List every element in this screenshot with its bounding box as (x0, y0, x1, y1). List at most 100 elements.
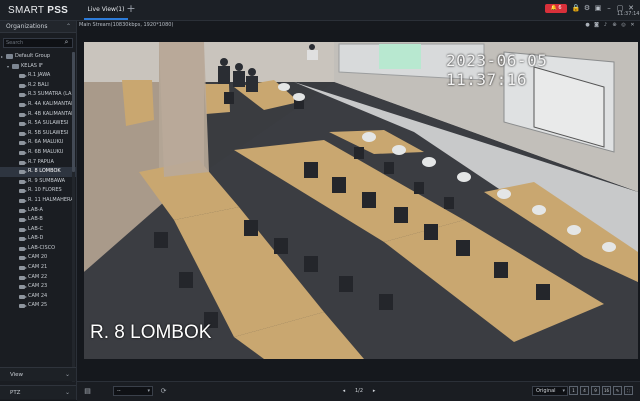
app-logo: SMART PSS (8, 5, 69, 16)
tree-device-item[interactable]: LAB-A (0, 206, 76, 216)
tree-device-item[interactable]: R. 8 LOMBOK (0, 167, 76, 177)
stream-select[interactable]: -- ▾ (113, 386, 153, 396)
tree-device-item[interactable]: R. 4B KALIMANTAN (0, 110, 76, 120)
window-icon[interactable]: ▣ (593, 3, 603, 13)
tree-kelas-if[interactable]: ▾ KELAS IF (0, 62, 76, 72)
ptz-label: PTZ (10, 390, 21, 396)
sidebar: Organizations ⌃ ⌕ ▸ Default Group ▾ KELA… (0, 21, 77, 400)
tree-label: CAM 21 (28, 264, 48, 271)
tree-device-item[interactable]: R. 10 FLORES (0, 186, 76, 196)
minimize-icon[interactable]: – (604, 3, 614, 13)
tree-device-item[interactable]: R. 11 HALMAHERA (0, 196, 76, 206)
camera-icon (19, 122, 27, 127)
tree-device-item[interactable]: R. 5B SULAWESI (0, 129, 76, 139)
sidebar-scrollbar[interactable] (72, 52, 75, 382)
tree-device-item[interactable]: R. 5A SULAWESI (0, 119, 76, 129)
bottom-toolbar: ▤ -- ▾ ⟳ ◂ 1/2 ▸ Original ▾ 1 4 9 16 ✎ ⛶ (77, 381, 640, 401)
ptz-panel-header[interactable]: PTZ ⌄ (0, 385, 76, 399)
tree-label: Default Group (15, 53, 51, 59)
scale-select[interactable]: Original ▾ (532, 386, 568, 396)
tree-device-item[interactable]: CAM 21 (0, 263, 76, 273)
add-tab-icon[interactable]: + (125, 3, 137, 15)
tree-label: CAM 24 (28, 292, 48, 299)
tab-live-view[interactable]: Live View(1) (84, 0, 128, 20)
close-icon[interactable]: ✕ (629, 21, 636, 30)
camera-icon (19, 83, 27, 88)
camera-icon (19, 237, 27, 242)
search-icon[interactable]: ⌕ (62, 38, 71, 47)
tree-label: R. 5B SULAWESI (28, 129, 69, 136)
fullscreen-icon[interactable]: ⛶ (624, 386, 633, 395)
prev-page-button[interactable]: ◂ (339, 387, 348, 396)
tree-label: R. 9 SUMBAWA (28, 177, 66, 184)
tree-device-item[interactable]: R.3 SUMATRA (LA (0, 90, 76, 100)
camera-icon (19, 150, 27, 155)
lock-icon[interactable]: 🔒 (571, 3, 581, 13)
tree-label: CAM 20 (28, 254, 48, 261)
search-box: ⌕ (3, 38, 73, 48)
edit-layout-icon[interactable]: ✎ (613, 386, 622, 395)
camera-icon (19, 112, 27, 117)
chevron-up-icon: ⌃ (65, 23, 71, 30)
organizations-label: Organizations (6, 23, 48, 30)
refresh-icon[interactable]: ⟳ (159, 387, 168, 396)
alarm-count: 6 (558, 5, 562, 11)
camera-icon (19, 102, 27, 107)
tree-device-item[interactable]: R. 9 SUMBAWA (0, 177, 76, 187)
camera-icon (19, 131, 27, 136)
camera-icon (19, 266, 27, 271)
layout-4-button[interactable]: 4 (580, 386, 589, 395)
tree-device-item[interactable]: CAM 20 (0, 253, 76, 263)
title-bar: SMART PSS Live View(1) + 🔔 6 🔒 ⚙ ▣ – ▢ ✕… (0, 0, 640, 21)
tree-label: R.3 SUMATRA (LA (28, 91, 72, 98)
scale-select-value: Original (536, 388, 556, 394)
camera-icon (19, 208, 27, 213)
camera-icon (19, 74, 27, 79)
tree-device-item[interactable]: R. 6A MALUKU (0, 138, 76, 148)
tree-device-item[interactable]: R.2 BALI (0, 81, 76, 91)
gear-icon[interactable]: ⚙ (582, 3, 592, 13)
tree-device-item[interactable]: CAM 22 (0, 273, 76, 283)
tree-label: R. 8 LOMBOK (28, 168, 61, 175)
tree-device-item[interactable]: LAB-B (0, 215, 76, 225)
tree-device-item[interactable]: R. 6B MALUKU (0, 148, 76, 158)
tree-label: LAB-CISCO (28, 244, 56, 251)
video-timestamp: 2023-06-05 11:37:16 (446, 51, 548, 89)
tree-device-item[interactable]: CAM 23 (0, 282, 76, 292)
layout-9-button[interactable]: 9 (591, 386, 600, 395)
chevron-down-icon: ▾ (562, 388, 565, 394)
next-page-button[interactable]: ▸ (370, 387, 379, 396)
tree-device-item[interactable]: R. 4A KALIMANTAN (0, 100, 76, 110)
tree-label: R.7 PAPUA (28, 158, 54, 165)
view-panel-header[interactable]: View ⌄ (0, 367, 76, 381)
camera-icon (19, 198, 27, 203)
record-icon[interactable]: ● (584, 21, 591, 30)
tree-device-item[interactable]: LAB-CISCO (0, 244, 76, 254)
tree-device-item[interactable]: LAB-D (0, 234, 76, 244)
organizations-header[interactable]: Organizations ⌃ (0, 21, 76, 33)
camera-icon (19, 304, 27, 309)
camera-icon (19, 189, 27, 194)
layout-16-button[interactable]: 16 (602, 386, 611, 395)
camera-icon (19, 179, 27, 184)
video-tools: ● ◙ ♪ ⊕ ◎ ✕ (584, 21, 636, 30)
alarm-badge[interactable]: 🔔 6 (545, 4, 567, 13)
tree-label: LAB-A (28, 206, 43, 213)
scrollbar-thumb[interactable] (72, 52, 75, 172)
save-icon[interactable]: ▤ (83, 387, 92, 396)
tree-device-item[interactable]: LAB-C (0, 225, 76, 235)
fisheye-icon[interactable]: ◎ (620, 21, 627, 30)
tree-device-item[interactable]: CAM 25 (0, 301, 76, 311)
search-input[interactable] (6, 39, 62, 47)
video-feed[interactable]: 2023-06-05 11:37:16 R. 8 LOMBOK (84, 42, 638, 359)
tree-device-item[interactable]: R.1 JAWA (0, 71, 76, 81)
folder-icon (6, 54, 13, 59)
zoom-icon[interactable]: ⊕ (611, 21, 618, 30)
audio-icon[interactable]: ♪ (602, 21, 609, 30)
tree-device-item[interactable]: CAM 24 (0, 292, 76, 302)
tree-default-group[interactable]: ▸ Default Group (0, 52, 76, 62)
snapshot-icon[interactable]: ◙ (593, 21, 600, 30)
camera-icon (19, 285, 27, 290)
layout-1-button[interactable]: 1 (569, 386, 578, 395)
tree-device-item[interactable]: R.7 PAPUA (0, 158, 76, 168)
